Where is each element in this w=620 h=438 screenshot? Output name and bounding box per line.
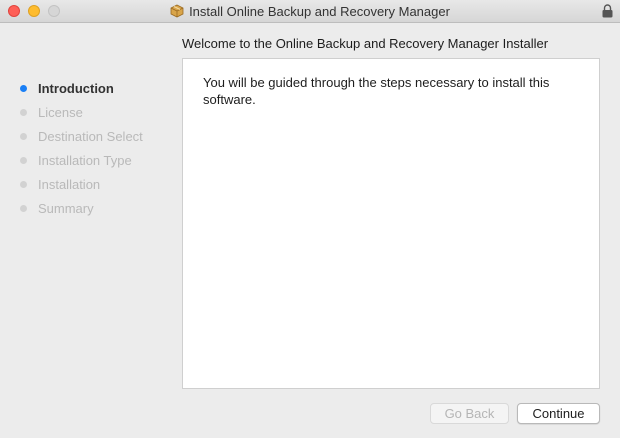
step-label: Summary (38, 201, 94, 216)
step-indicator-icon (20, 181, 27, 188)
package-icon (170, 4, 184, 18)
step-indicator-icon (20, 85, 27, 92)
step-indicator-icon (20, 133, 27, 140)
title-bar[interactable]: Install Online Backup and Recovery Manag… (0, 0, 620, 23)
step-indicator-icon (20, 205, 27, 212)
lock-icon (602, 4, 613, 18)
introduction-text: You will be guided through the steps nec… (203, 75, 550, 107)
step-label: Installation Type (38, 153, 132, 168)
window-title: Install Online Backup and Recovery Manag… (189, 3, 450, 19)
step-label: Installation (38, 177, 101, 192)
installer-heading: Welcome to the Online Backup and Recover… (182, 36, 549, 51)
step-label: Introduction (38, 81, 114, 96)
step-label: License (38, 105, 83, 120)
content-pane: You will be guided through the steps nec… (182, 58, 600, 389)
step-label: Destination Select (38, 129, 143, 144)
continue-button[interactable]: Continue (517, 403, 600, 424)
installer-window: Install Online Backup and Recovery Manag… (0, 0, 620, 438)
go-back-button[interactable]: Go Back (430, 403, 509, 424)
step-indicator-icon (20, 109, 27, 116)
step-indicator-icon (20, 157, 27, 164)
